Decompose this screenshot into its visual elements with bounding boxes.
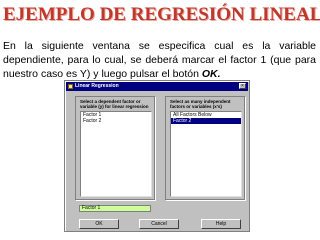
dialog-titlebar[interactable]: Linear Regression × (66, 82, 248, 91)
independent-item-factor-2[interactable]: Factor 2 (171, 118, 241, 124)
slide-title: EJEMPLO DE REGRESIÓN LINEAL (3, 4, 320, 25)
cancel-button[interactable]: Cancel (139, 219, 179, 229)
dependent-listbox[interactable]: Factor 1 Factor 2 (80, 111, 152, 197)
app-icon (68, 84, 73, 89)
linear-regression-dialog: Linear Regression × Select a dependent f… (64, 80, 250, 232)
instructions-ok-emphasis: OK. (201, 68, 221, 80)
help-button[interactable]: Help (201, 219, 241, 229)
independent-listbox[interactable]: All Factors Below Factor 2 (170, 111, 242, 197)
independent-group: Select as many independent factors or va… (165, 96, 245, 200)
dialog-title: Linear Regression (75, 83, 119, 89)
instructions-text: En la siguiente ventana se especifica cu… (3, 40, 316, 80)
dependent-group: Select a dependent factor or variable (y… (75, 96, 155, 200)
dependent-label: Select a dependent factor or variable (y… (80, 99, 149, 109)
dependent-selected-field: Factor 1 (79, 205, 151, 212)
independent-label: Select as many independent factors or va… (170, 99, 231, 109)
close-button[interactable]: × (239, 83, 246, 89)
dependent-item-factor-2[interactable]: Factor 2 (81, 118, 151, 124)
slide-instructions: En la siguiente ventana se especifica cu… (3, 39, 316, 81)
ok-button[interactable]: OK (79, 219, 119, 229)
